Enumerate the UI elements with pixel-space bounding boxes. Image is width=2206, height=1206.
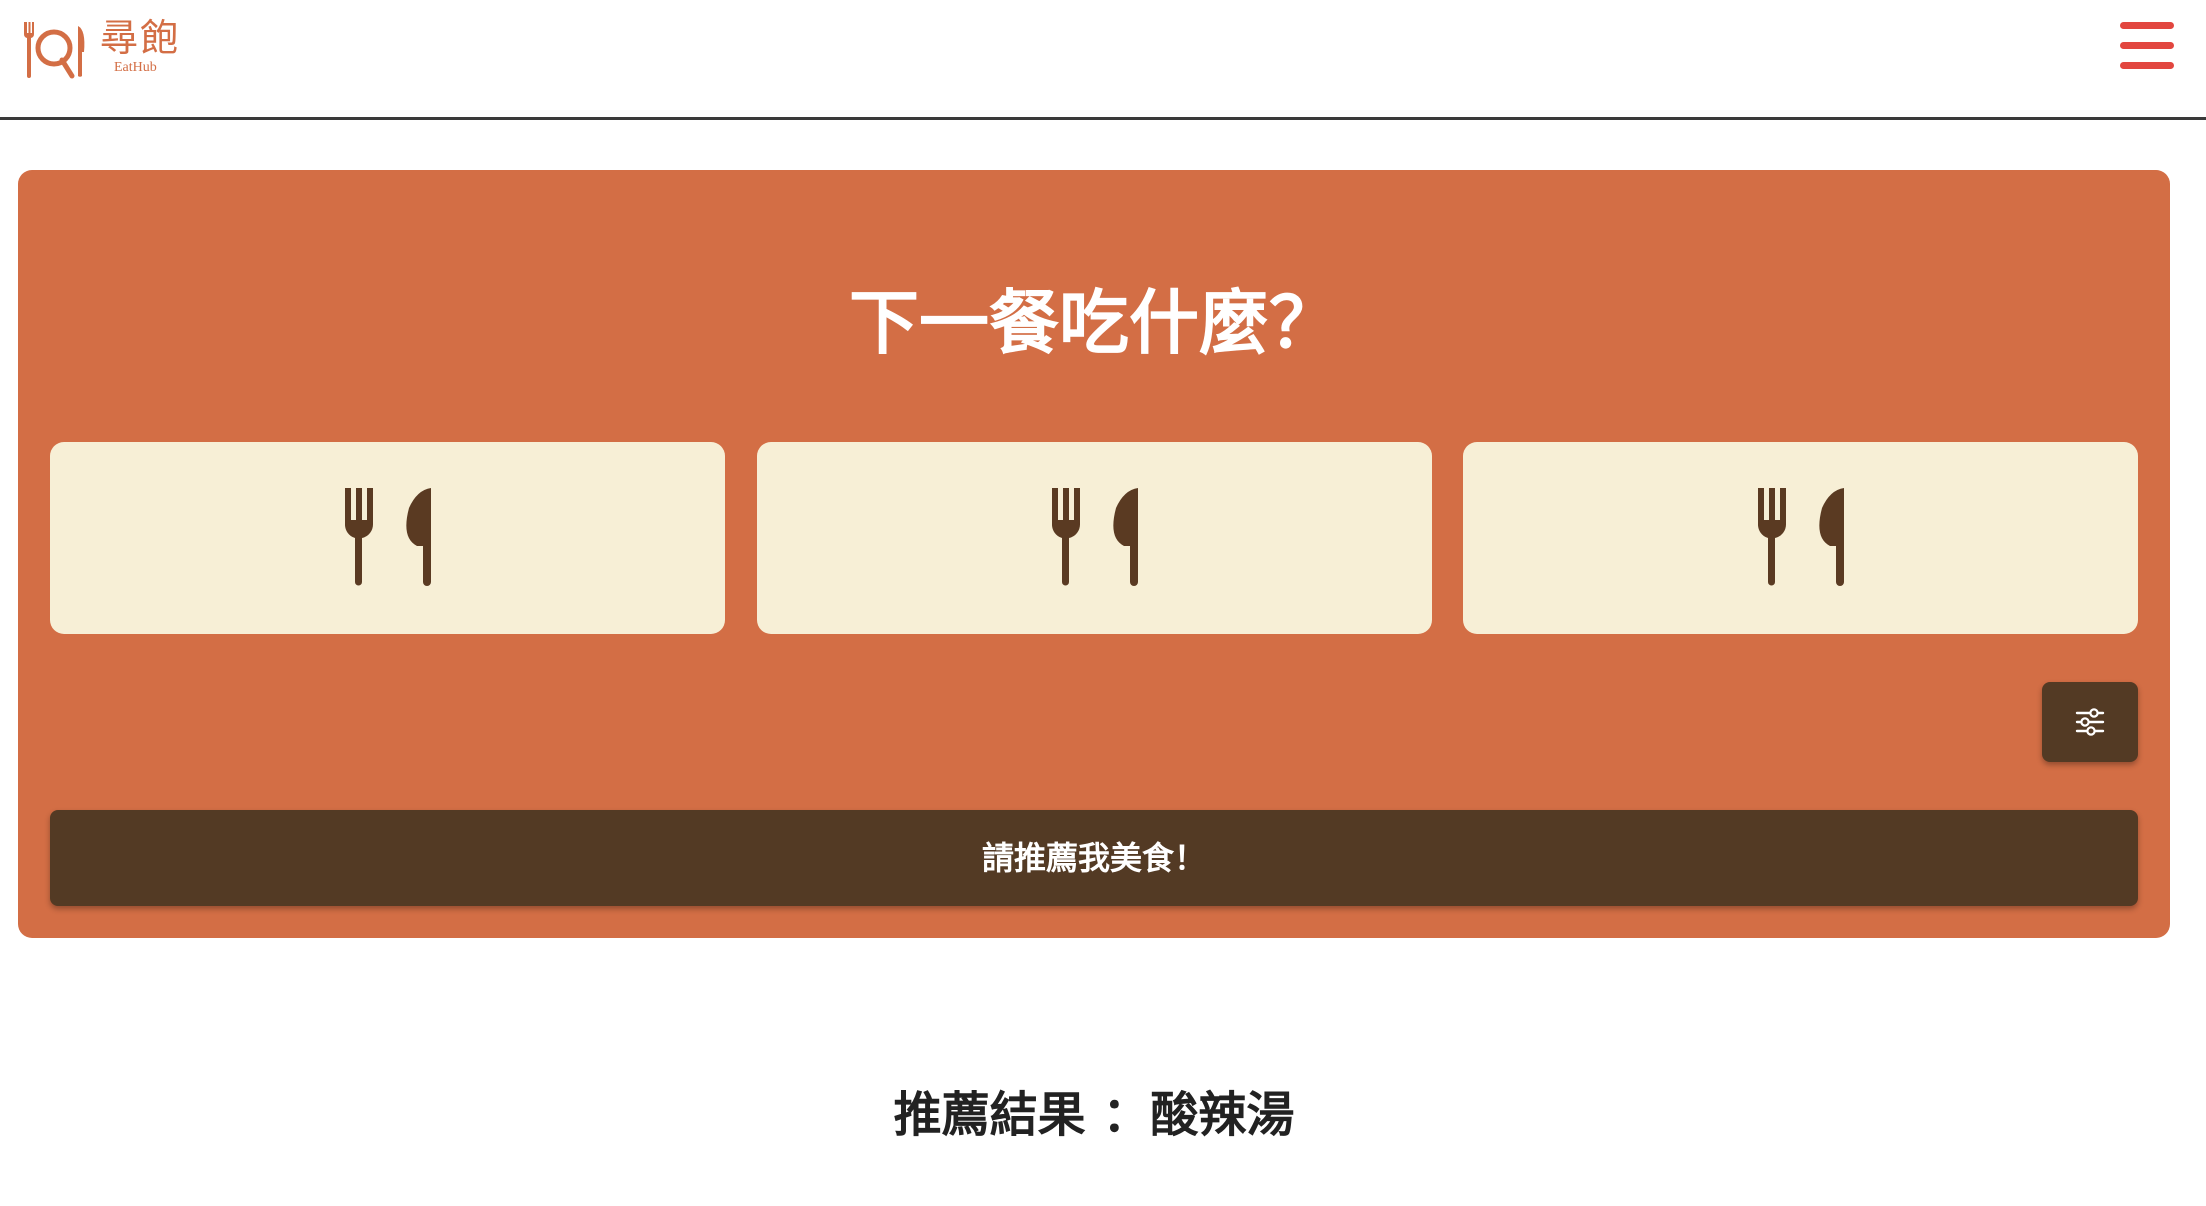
filter-button[interactable]: [2042, 682, 2138, 762]
food-slot-1[interactable]: [50, 442, 725, 634]
fork-knife-icon: [1052, 488, 1138, 586]
food-slot-2[interactable]: [757, 442, 1432, 634]
navbar: 尋飽 EatHub: [0, 0, 2206, 120]
hamburger-bar: [2120, 62, 2174, 69]
fork-knife-icon: [345, 488, 431, 586]
recommendation-result: 推薦結果 ：酸辣湯: [893, 1087, 1295, 1143]
hamburger-bar: [2120, 22, 2174, 29]
sliders-icon: [2075, 708, 2105, 736]
logo[interactable]: 尋飽 EatHub: [20, 16, 190, 82]
fork-knife-icon: [1758, 488, 1844, 586]
page-title: 下一餐吃什麼？: [849, 282, 1339, 364]
logo-icon: [23, 22, 85, 79]
hamburger-menu-icon[interactable]: [2120, 22, 2174, 70]
hamburger-bar: [2120, 42, 2174, 49]
food-slot-3[interactable]: [1463, 442, 2138, 634]
logo-title: 尋飽: [100, 16, 181, 60]
logo-subtitle: EatHub: [114, 60, 157, 75]
recommend-button[interactable]: 請推薦我美食！: [50, 810, 2138, 906]
